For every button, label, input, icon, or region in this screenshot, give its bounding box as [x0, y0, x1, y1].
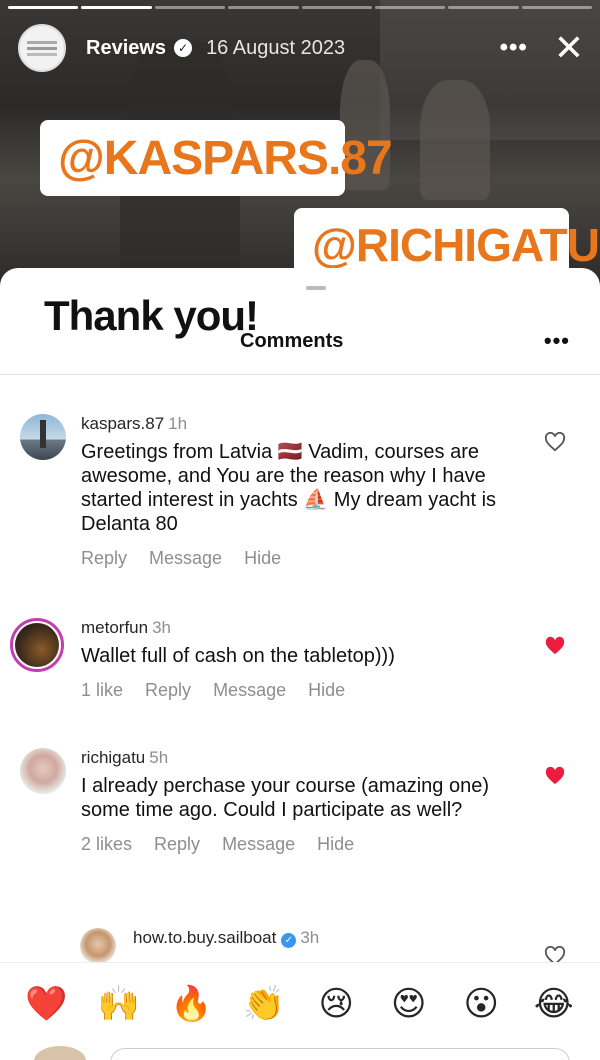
message-button[interactable]: Message [149, 548, 222, 569]
hide-button[interactable]: Hide [244, 548, 281, 569]
liked-heart-icon[interactable] [544, 766, 566, 786]
story-progress-bar [8, 6, 592, 9]
crying-emoji-button[interactable]: 😢 [314, 984, 358, 1024]
comment-username[interactable]: how.to.buy.sailboat [133, 928, 276, 947]
avatar[interactable] [80, 928, 116, 964]
hide-button[interactable]: Hide [317, 834, 354, 855]
message-button[interactable]: Message [213, 680, 286, 701]
divider [0, 374, 600, 375]
background-window [380, 0, 600, 140]
comment-time: 3h [152, 618, 172, 637]
liked-heart-icon[interactable] [544, 636, 566, 656]
sheet-grabber[interactable] [306, 286, 326, 290]
avatar[interactable] [10, 618, 64, 672]
comment-time: 3h [300, 928, 320, 947]
comment-username[interactable]: kaspars.87 [81, 414, 164, 433]
mention-sticker[interactable]: @KASPARS.87 [40, 120, 393, 196]
comment-text: I already perchase your course (amazing … [81, 775, 489, 821]
verified-badge-icon: ✓ [174, 39, 193, 57]
mention-text: @RICHIGATU [312, 219, 600, 271]
background-figure [420, 80, 490, 200]
verified-badge-icon: ✓ [281, 933, 297, 948]
avatar[interactable] [20, 748, 66, 794]
laughing-emoji-button[interactable]: 😂 [532, 984, 576, 1024]
message-button[interactable]: Message [222, 834, 295, 855]
comment-username[interactable]: metorfun [81, 618, 148, 637]
comment-time: 1h [168, 414, 188, 433]
reply-button[interactable]: Reply [81, 548, 127, 569]
comment-input[interactable] [110, 1048, 570, 1060]
comments-sheet: Comments Thank you! ••• kaspars.87 1h Gre… [0, 268, 600, 1060]
heart-eyes-emoji-button[interactable]: 😍 [387, 984, 431, 1024]
comment-username[interactable]: richigatu [81, 748, 145, 767]
raising-hands-emoji-button[interactable]: 🙌 [97, 984, 141, 1024]
sheet-more-icon[interactable]: ••• [544, 328, 570, 354]
likes-count[interactable]: 2 likes [81, 834, 132, 855]
story-username[interactable]: Reviews [86, 37, 166, 60]
story-more-icon[interactable]: ••• [500, 34, 528, 62]
story-header: Reviews ✓ 16 August 2023 ••• ✕ [18, 24, 584, 72]
surprised-emoji-button[interactable]: 😮 [459, 984, 503, 1024]
avatar[interactable] [20, 414, 66, 460]
reply-button[interactable]: Reply [154, 834, 200, 855]
emoji-reaction-bar: ❤️ 🙌 🔥 👏 😢 😍 😮 😂 [0, 962, 600, 1044]
mention-text: @KASPARS.87 [58, 131, 393, 185]
comment-time: 5h [149, 748, 169, 767]
like-heart-icon[interactable] [544, 432, 566, 452]
comment-text: Greetings from Latvia 🇱🇻 Vadim, courses … [81, 441, 497, 535]
likes-count[interactable]: 1 like [81, 680, 123, 701]
fire-emoji-button[interactable]: 🔥 [169, 984, 213, 1024]
clapping-emoji-button[interactable]: 👏 [242, 984, 286, 1024]
comment-text: Wallet full of cash on the tabletop))) [81, 645, 395, 667]
heart-emoji-button[interactable]: ❤️ [24, 984, 68, 1024]
reply-button[interactable]: Reply [145, 680, 191, 701]
story-text-overlay: Thank you! [44, 292, 259, 339]
hide-button[interactable]: Hide [308, 680, 345, 701]
close-icon[interactable]: ✕ [554, 30, 584, 66]
story-avatar[interactable] [18, 24, 66, 72]
story-date: 16 August 2023 [206, 36, 346, 59]
